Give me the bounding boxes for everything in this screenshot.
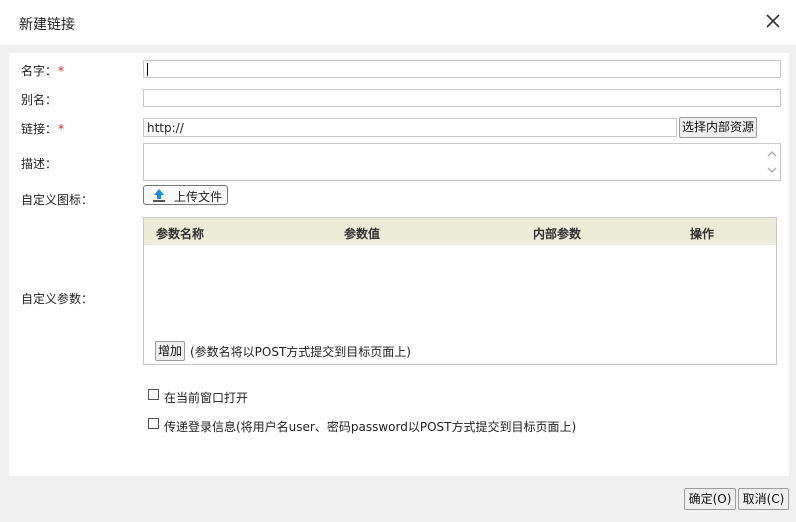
custom-icon-label: 自定义图标： <box>21 193 94 207</box>
column-header-actions: 操作 <box>690 227 715 241</box>
alias-label: 别名： <box>21 93 58 107</box>
params-hint: (参数名将以POST方式提交到目标页面上) <box>190 345 411 359</box>
new-link-dialog: 新建链接 名字：* 别名： 链接：* 选择内部资源 描述： <box>0 0 796 522</box>
name-label-text: 名字： <box>21 64 58 78</box>
name-field[interactable] <box>143 60 781 78</box>
params-table-header: 参数名称 参数值 内部参数 操作 <box>144 218 776 245</box>
form-body: 名字：* 别名： 链接：* 选择内部资源 描述： <box>9 53 789 476</box>
column-header-param-name: 参数名称 <box>156 227 205 241</box>
cancel-button[interactable]: 取消(C) <box>738 488 789 510</box>
params-table: 参数名称 参数值 内部参数 操作 增加 (参数名将以POST方式提交到目标页面上… <box>143 217 777 365</box>
upload-file-label: 上传文件 <box>174 190 223 204</box>
upload-icon <box>151 187 167 203</box>
scroll-down-icon[interactable] <box>765 163 779 177</box>
ok-button[interactable]: 确定(O) <box>684 488 736 510</box>
link-label: 链接：* <box>21 120 64 137</box>
select-resource-button[interactable]: 选择内部资源 <box>679 117 757 138</box>
name-label: 名字：* <box>21 62 64 79</box>
pass-login-label: 传递登录信息(将用户名user、密码password以POST方式提交到目标页面… <box>164 420 577 434</box>
link-field[interactable] <box>143 118 677 137</box>
name-input[interactable] <box>144 61 780 77</box>
link-input[interactable] <box>144 119 676 136</box>
description-field[interactable] <box>143 143 781 181</box>
description-label: 描述： <box>21 157 58 171</box>
pass-login-checkbox[interactable] <box>148 418 159 429</box>
custom-params-label: 自定义参数： <box>21 292 94 306</box>
alias-field[interactable] <box>143 89 781 107</box>
add-param-button[interactable]: 增加 <box>155 341 185 361</box>
dialog-title: 新建链接 <box>19 17 75 33</box>
open-current-window-label: 在当前窗口打开 <box>164 391 249 405</box>
text-caret <box>147 63 148 76</box>
description-scrollbar[interactable] <box>765 145 779 179</box>
required-mark: * <box>58 64 65 78</box>
required-mark: * <box>58 122 65 136</box>
description-textarea[interactable] <box>144 144 764 180</box>
scroll-up-icon[interactable] <box>765 147 779 161</box>
close-icon[interactable] <box>764 12 782 30</box>
alias-input[interactable] <box>144 90 780 106</box>
column-header-param-value: 参数值 <box>344 227 381 241</box>
link-label-text: 链接： <box>21 122 58 136</box>
title-bar: 新建链接 <box>0 0 796 45</box>
upload-file-button[interactable]: 上传文件 <box>143 185 228 205</box>
open-current-window-checkbox[interactable] <box>148 389 159 400</box>
column-header-internal-param: 内部参数 <box>533 227 582 241</box>
